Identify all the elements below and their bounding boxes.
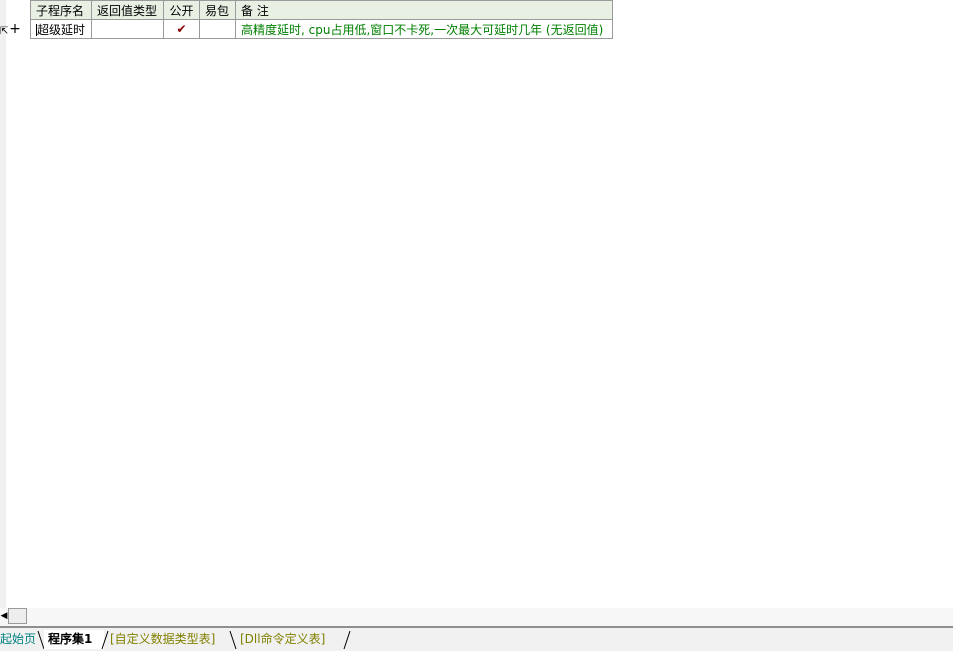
horizontal-scrollbar[interactable]: ◀ [0,608,953,626]
table-header-row: 子程序名 返回值类型 公开 易包 备 注 [30,0,613,20]
tab-bar: 起始页 程序集1 [自定义数据类型表] [Dll命令定义表] [0,626,953,651]
header-subroutine-name: 子程序名 [30,0,92,20]
public-checkmark-icon[interactable]: ✔ [163,19,200,39]
expand-plus-icon[interactable]: + [9,21,21,37]
subroutine-name-text: 超级延时 [37,22,86,37]
subroutine-name-cell[interactable]: 超级延时 [30,19,92,39]
return-type-cell[interactable] [91,19,164,39]
tab-dll-commands[interactable]: [Dll命令定义表] [240,630,344,649]
tab-custom-data-types[interactable]: [自定义数据类型表] [110,630,230,649]
code-editor-area[interactable]: ⇱ + 子程序名 返回值类型 公开 易包 备 注 超级延时 ✔ 高精度延时, c… [0,0,953,608]
scroll-thumb[interactable] [8,608,27,624]
scroll-left-arrow-icon[interactable]: ◀ [0,609,8,624]
header-return-type: 返回值类型 [91,0,164,20]
tab-separator-icon [229,630,237,650]
header-public: 公开 [163,0,200,20]
tab-program-set-1[interactable]: 程序集1 [44,630,104,649]
remark-cell[interactable]: 高精度延时, cpu占用低,窗口不卡死,一次最大可延时几年 (无返回值) [235,19,613,39]
tab-start-page[interactable]: 起始页 [0,630,38,649]
current-row-marker-icon: ⇱ [0,26,9,37]
tab-separator-icon [101,630,109,650]
epackage-cell[interactable] [199,19,236,39]
subroutine-table: 子程序名 返回值类型 公开 易包 备 注 超级延时 ✔ 高精度延时, cpu占用… [30,0,613,39]
header-remark: 备 注 [235,0,613,20]
header-epackage: 易包 [199,0,236,20]
tab-separator-icon [343,630,351,650]
table-row: 超级延时 ✔ 高精度延时, cpu占用低,窗口不卡死,一次最大可延时几年 (无返… [30,19,613,39]
